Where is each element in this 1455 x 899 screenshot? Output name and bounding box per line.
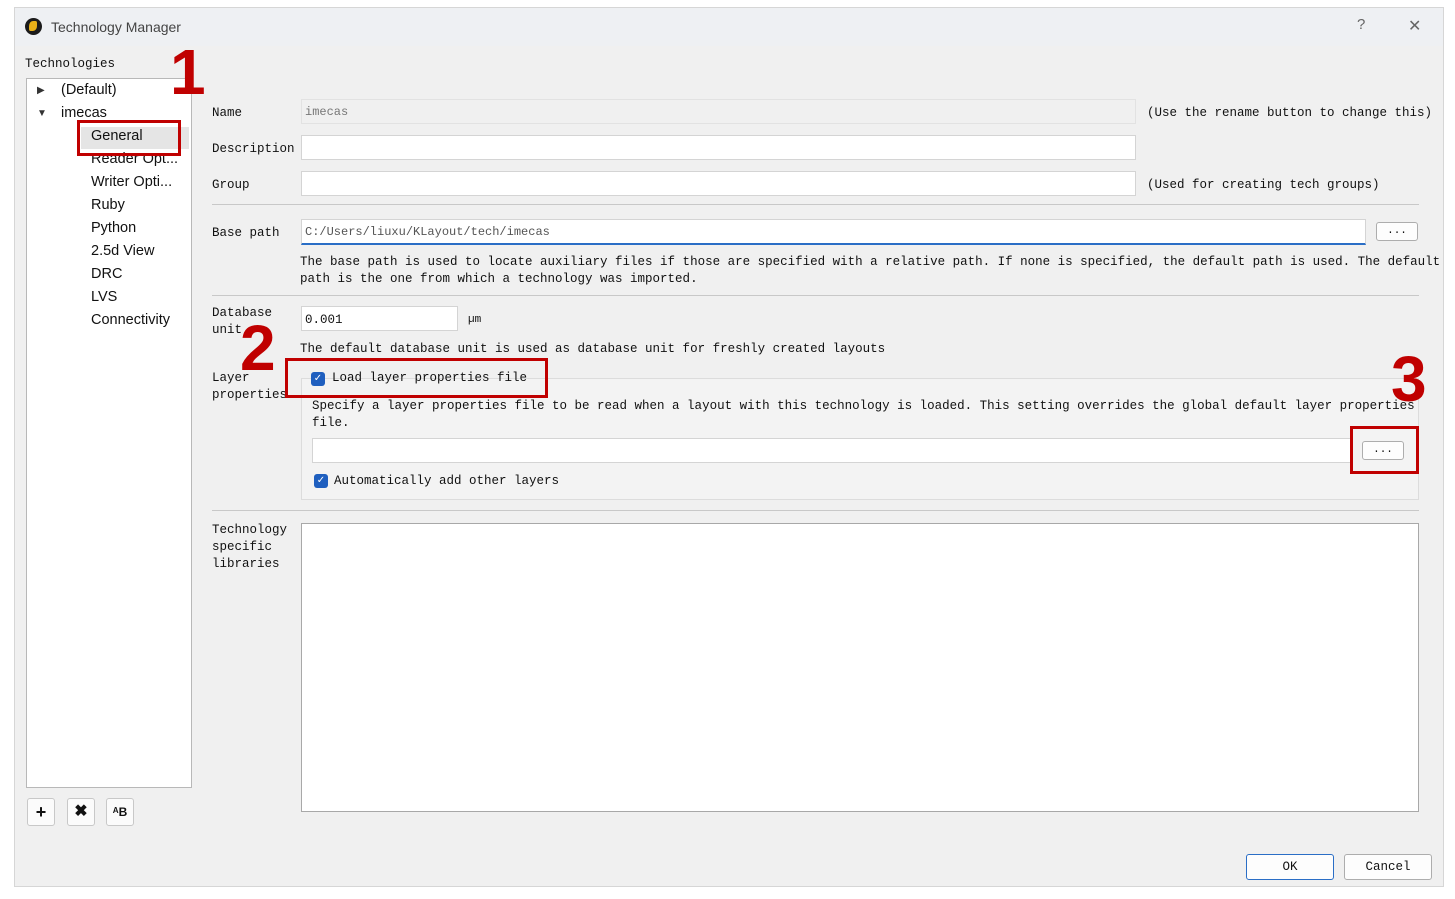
libraries-label-line-2: specific <box>212 540 273 554</box>
annotation-box-load-layer-properties <box>285 358 548 398</box>
annotation-box-browse <box>1350 426 1419 474</box>
delete-technology-button[interactable]: ✖ <box>67 798 95 826</box>
name-field: imecas <box>301 99 1136 124</box>
title-bar: Technology Manager ? ✕ <box>15 8 1443 46</box>
tree-item-python[interactable]: Python <box>91 220 136 236</box>
add-technology-button[interactable]: + <box>27 798 55 826</box>
libraries-label-line-1: Technology <box>212 523 288 537</box>
base-path-label: Base path <box>212 226 280 240</box>
window-title: Technology Manager <box>51 19 181 35</box>
annotation-number-2: 2 <box>240 312 276 384</box>
help-button[interactable]: ? <box>1357 16 1365 33</box>
libraries-label-line-3: libraries <box>212 557 280 571</box>
dbu-unit-label: µm <box>468 314 482 326</box>
divider <box>212 295 1419 296</box>
divider <box>212 510 1419 511</box>
tree-item-lvs[interactable]: LVS <box>91 289 117 305</box>
description-label: Description <box>212 142 295 156</box>
klayout-logo-icon <box>25 18 42 35</box>
tree-item-writer-options[interactable]: Writer Opti... <box>91 174 172 190</box>
dbu-input[interactable]: 0.001 <box>301 306 458 331</box>
divider <box>212 204 1419 205</box>
layer-properties-file-input[interactable] <box>312 438 1352 463</box>
technologies-label: Technologies <box>25 57 116 71</box>
base-path-help-line-1: The base path is used to locate auxiliar… <box>300 255 1441 269</box>
group-hint: (Used for creating tech groups) <box>1147 178 1380 192</box>
layer-properties-help-line-2: file. <box>312 416 350 430</box>
tree-item-default[interactable]: (Default) <box>61 82 117 98</box>
expand-arrow-icon[interactable]: ▶ <box>37 85 45 96</box>
dbu-label-line-2: unit <box>212 323 243 337</box>
layer-properties-help-line-1: Specify a layer properties file to be re… <box>312 399 1415 413</box>
group-input[interactable] <box>301 171 1136 196</box>
technology-tree[interactable]: ▶ (Default) ▼ imecas General Reader Opt.… <box>26 78 192 788</box>
annotation-box-general <box>77 120 181 156</box>
rename-technology-button[interactable]: ᴬB <box>106 798 134 826</box>
tree-item-imecas[interactable]: imecas <box>61 105 107 121</box>
auto-add-layers-label[interactable]: Automatically add other layers <box>334 474 559 488</box>
cancel-button[interactable]: Cancel <box>1344 854 1432 880</box>
tree-item-2-5d-view[interactable]: 2.5d View <box>91 243 154 259</box>
close-icon[interactable]: ✕ <box>1408 16 1421 36</box>
layer-properties-label-line-2: properties <box>212 388 288 402</box>
base-path-browse-button[interactable]: ... <box>1376 222 1418 241</box>
base-path-input[interactable]: C:/Users/liuxu/KLayout/tech/imecas <box>301 219 1366 245</box>
base-path-help-line-2: path is the one from which a technology … <box>300 272 698 286</box>
auto-add-layers-checkbox[interactable]: ✓ <box>314 474 328 488</box>
name-label: Name <box>212 106 243 120</box>
tree-item-drc[interactable]: DRC <box>91 266 122 282</box>
annotation-number-3: 3 <box>1391 343 1427 415</box>
technology-libraries-list[interactable] <box>301 523 1419 812</box>
tree-item-connectivity[interactable]: Connectivity <box>91 312 170 328</box>
annotation-number-1: 1 <box>170 36 206 108</box>
collapse-arrow-icon[interactable]: ▼ <box>37 108 47 119</box>
group-label: Group <box>212 178 250 192</box>
ok-button[interactable]: OK <box>1246 854 1334 880</box>
description-input[interactable] <box>301 135 1136 160</box>
tree-item-ruby[interactable]: Ruby <box>91 197 125 213</box>
dbu-help: The default database unit is used as dat… <box>300 342 886 356</box>
name-hint: (Use the rename button to change this) <box>1147 106 1433 120</box>
technology-manager-window: Technology Manager ? ✕ Technologies ▶ (D… <box>15 8 1443 886</box>
